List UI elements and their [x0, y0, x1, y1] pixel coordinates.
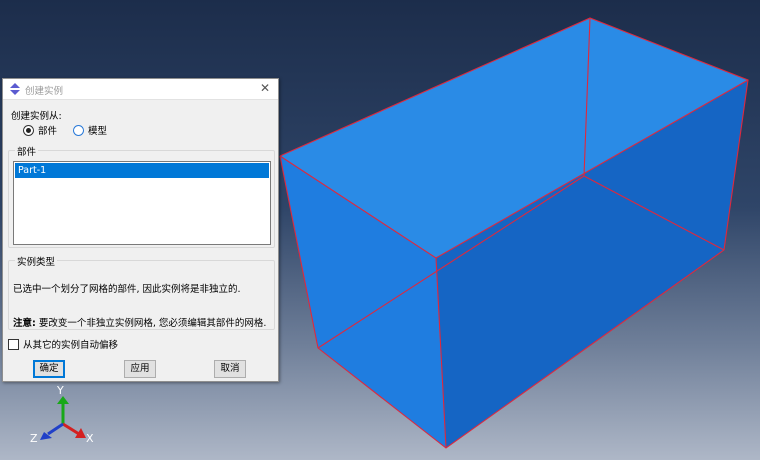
radio-model-label: 模型	[88, 126, 108, 137]
z-axis-label: Z	[30, 432, 38, 445]
ok-button[interactable]: 确定	[33, 360, 65, 378]
radio-model[interactable]	[73, 124, 84, 136]
create-from-label: 创建实例从:	[11, 111, 62, 122]
box-part[interactable]	[279, 17, 749, 449]
note-text: 要改变一个非独立实例网格, 您必须编辑其部件的网格.	[38, 318, 267, 329]
create-instance-dialog[interactable]: 创建实例 ✕ 创建实例从: 部件 模型 部件 Part-1 实例类型 已选中一个…	[2, 78, 279, 382]
auto-offset-label: 从其它的实例自动偏移	[23, 340, 119, 351]
note-label: 注意:	[13, 318, 36, 329]
y-axis-arrow	[57, 396, 69, 404]
instance-type-label: 实例类型	[15, 254, 58, 268]
close-icon[interactable]: ✕	[258, 81, 272, 95]
dialog-title: 创建实例	[25, 86, 64, 97]
cancel-button[interactable]: 取消	[214, 360, 246, 378]
auto-offset-checkbox[interactable]	[8, 338, 19, 350]
radio-part-label: 部件	[38, 126, 58, 137]
auto-offset-option[interactable]: 从其它的实例自动偏移	[8, 337, 118, 351]
dialog-titlebar[interactable]: 创建实例 ✕	[3, 79, 278, 100]
x-axis-label: X	[86, 432, 94, 445]
apply-button[interactable]: 应用	[124, 360, 156, 378]
dependent-instance-message: 已选中一个划分了网格的部件, 因此实例将是非独立的.	[13, 284, 241, 295]
note-message: 注意: 要改变一个非独立实例网格, 您必须编辑其部件的网格.	[13, 315, 266, 329]
x-axis-line	[62, 422, 80, 436]
list-item[interactable]: Part-1	[15, 163, 269, 178]
radio-part[interactable]	[23, 124, 34, 136]
axis-triad: Y X Z	[30, 384, 94, 445]
parts-listbox[interactable]: Part-1	[13, 161, 271, 245]
parts-group-label: 部件	[15, 144, 39, 158]
z-axis-line	[47, 422, 64, 436]
radio-part-option[interactable]: 部件	[23, 123, 57, 137]
radio-model-option[interactable]: 模型	[73, 123, 107, 137]
instance-icon	[10, 83, 20, 95]
y-axis-label: Y	[56, 384, 64, 397]
